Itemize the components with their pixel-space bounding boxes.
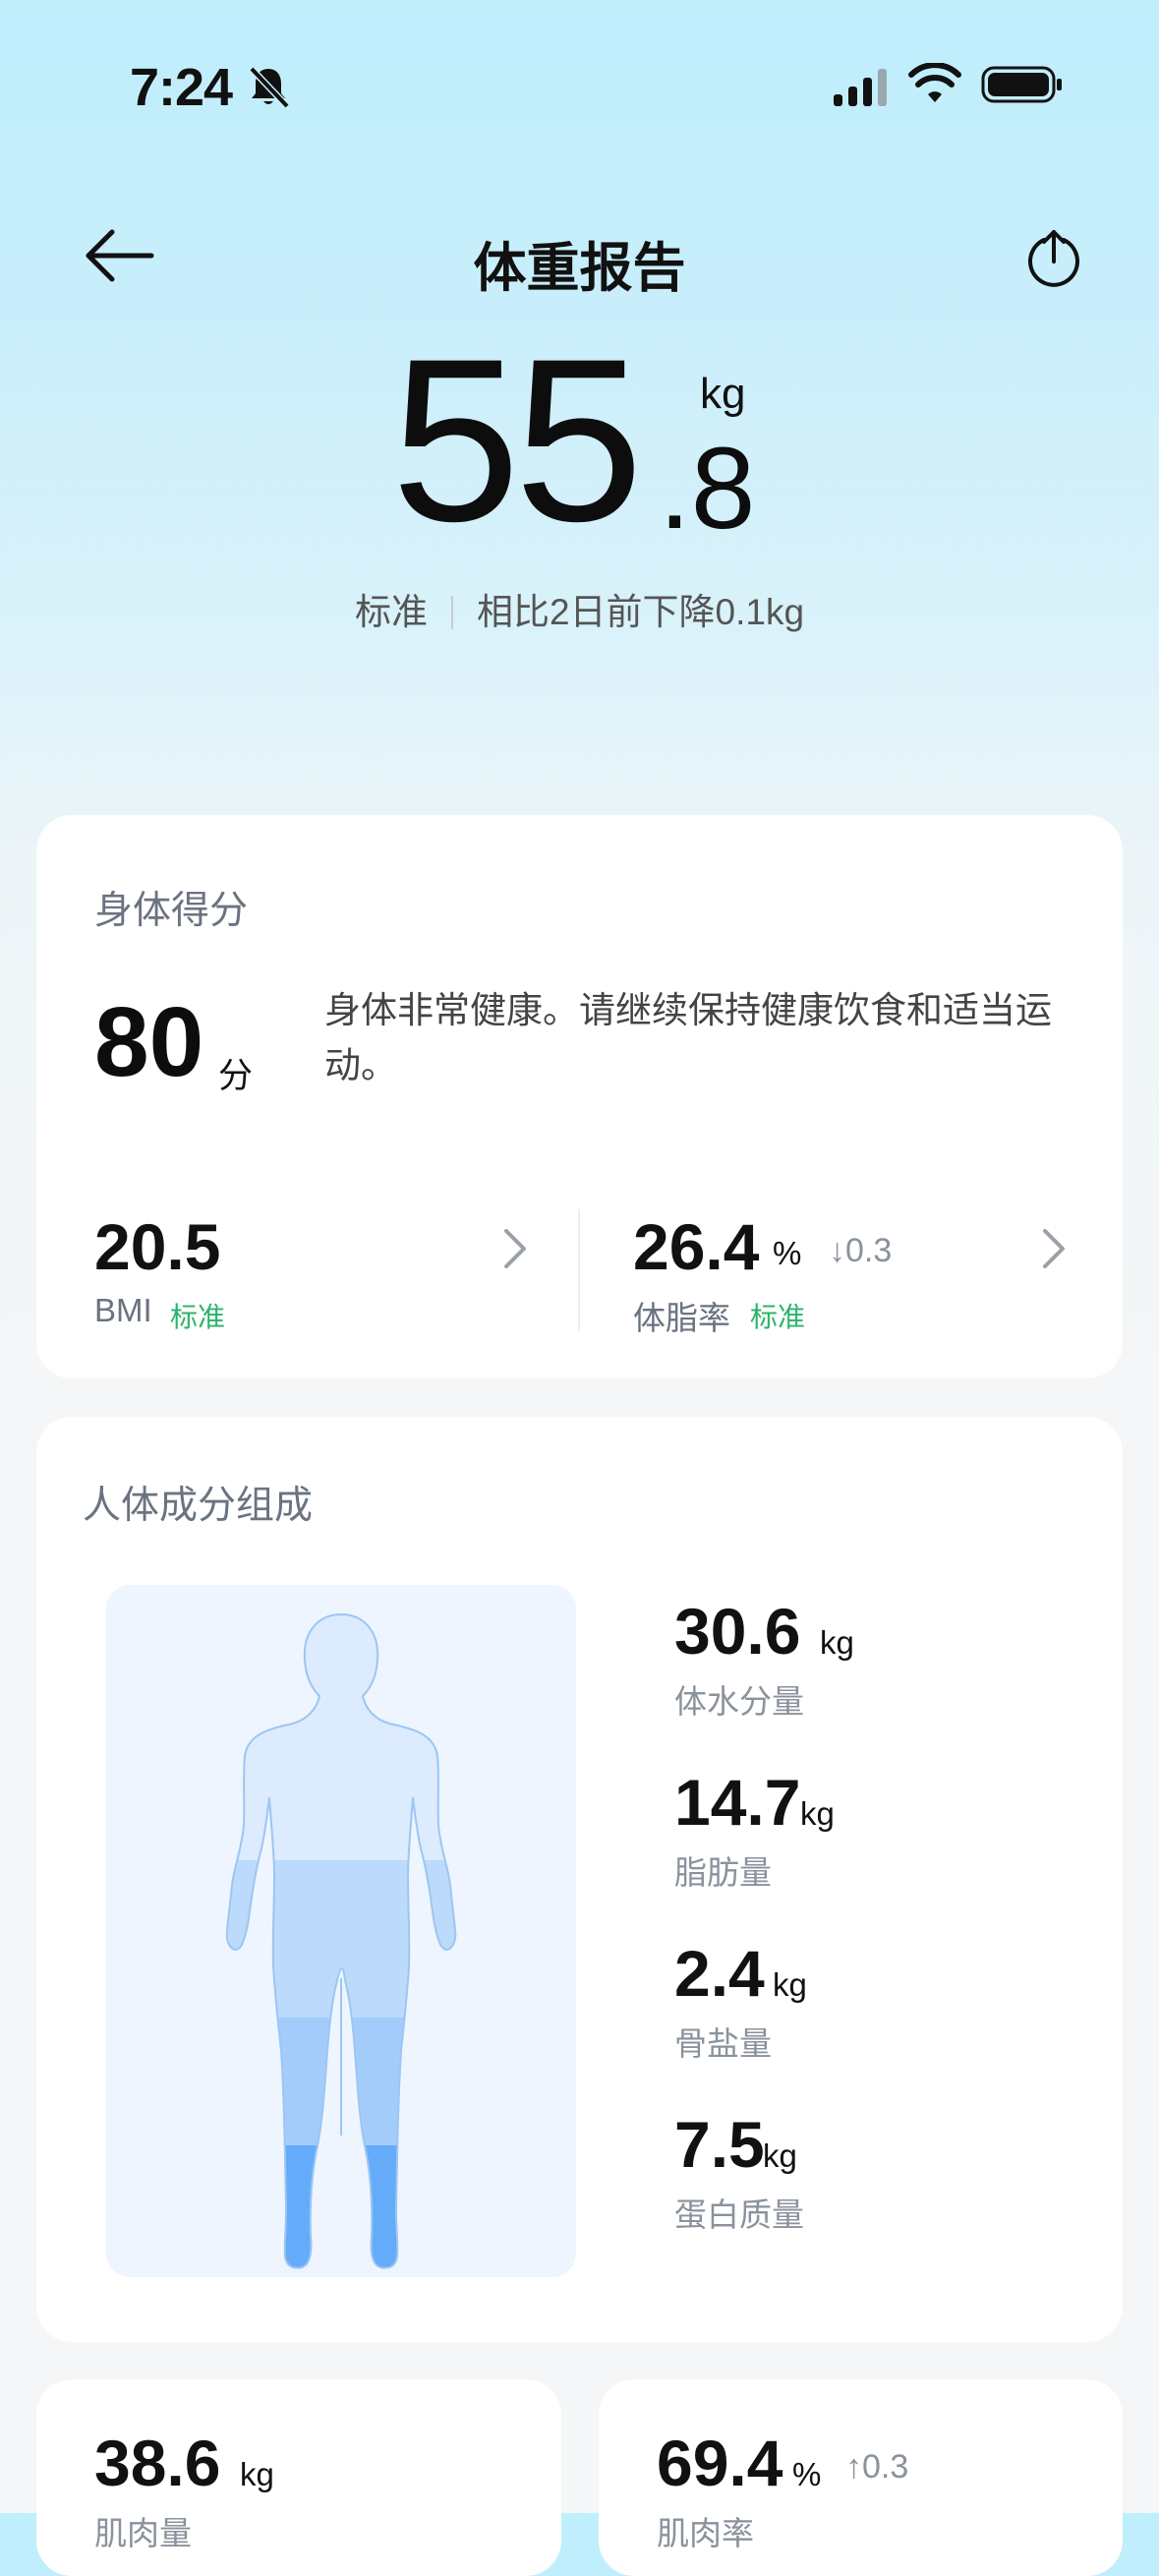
fat-mass-value: 14.7 <box>674 1766 801 1839</box>
bell-muted-icon <box>249 66 290 109</box>
weight-decimal: .8 <box>659 424 756 554</box>
wifi-icon <box>908 63 961 102</box>
bmi-label: BMI <box>94 1292 152 1328</box>
fat-mass-unit: kg <box>800 1795 835 1832</box>
muscle-mass-value: 38.6 <box>94 2427 221 2499</box>
bone-mineral-unit: kg <box>773 1966 807 2003</box>
protein-unit: kg <box>763 2137 797 2174</box>
body-water-value: 30.6 <box>674 1595 801 1668</box>
bmi-status-badge: 标准 <box>170 1302 226 1332</box>
muscle-mass-label: 肌肉量 <box>94 2515 192 2551</box>
body-fat-label: 体脂率 <box>633 1300 730 1336</box>
metric-divider <box>578 1209 580 1331</box>
divider <box>450 596 453 629</box>
protein-label: 蛋白质量 <box>674 2196 804 2233</box>
battery-icon <box>981 66 1062 103</box>
score-card-title: 身体得分 <box>94 890 249 932</box>
bmi-value[interactable]: 20.5 <box>94 1214 220 1279</box>
page-title: 体重报告 <box>473 239 686 298</box>
weight-change: 相比2日前下降0.1kg <box>476 592 805 632</box>
muscle-rate-value: 69.4 <box>657 2427 783 2499</box>
body-score-description: 身体非常健康。请继续保持健康饮食和适当运动。 <box>324 990 1052 1085</box>
bone-mineral-label: 骨盐量 <box>674 2025 772 2062</box>
weight-integer: 55 <box>391 311 644 570</box>
muscle-mass-unit: kg <box>240 2456 274 2492</box>
chevron-right-icon[interactable] <box>1039 1227 1069 1270</box>
muscle-rate-unit: % <box>792 2456 822 2492</box>
signal-icon <box>834 69 887 106</box>
body-fat-status-badge: 标准 <box>750 1302 806 1332</box>
body-water-label: 体水分量 <box>674 1683 804 1720</box>
body-score-value: 80 <box>94 987 204 1097</box>
weight-status: 标准 <box>354 592 428 632</box>
body-score-unit: 分 <box>218 1057 254 1095</box>
share-icon[interactable] <box>1022 226 1085 289</box>
weight-status-row: 标准 相比2日前下降0.1kg <box>0 582 1159 635</box>
muscle-rate-label: 肌肉率 <box>657 2515 754 2551</box>
body-fat-trend: ↓0.3 <box>829 1232 893 1269</box>
composition-card-title: 人体成分组成 <box>83 1485 314 1527</box>
status-time: 7:24 <box>130 58 233 117</box>
fat-mass-label: 脂肪量 <box>674 1854 772 1891</box>
chevron-right-icon[interactable] <box>500 1227 530 1270</box>
muscle-rate-trend: ↑0.3 <box>845 2448 909 2486</box>
body-water-unit: kg <box>820 1624 854 1661</box>
body-fat-value[interactable]: 26.4 <box>633 1214 759 1279</box>
body-figure-illustration <box>225 1612 457 2269</box>
protein-value: 7.5 <box>674 2108 765 2181</box>
weight-unit: kg <box>700 370 746 418</box>
bone-mineral-value: 2.4 <box>674 1937 765 2010</box>
body-fat-unit: % <box>773 1235 802 1271</box>
